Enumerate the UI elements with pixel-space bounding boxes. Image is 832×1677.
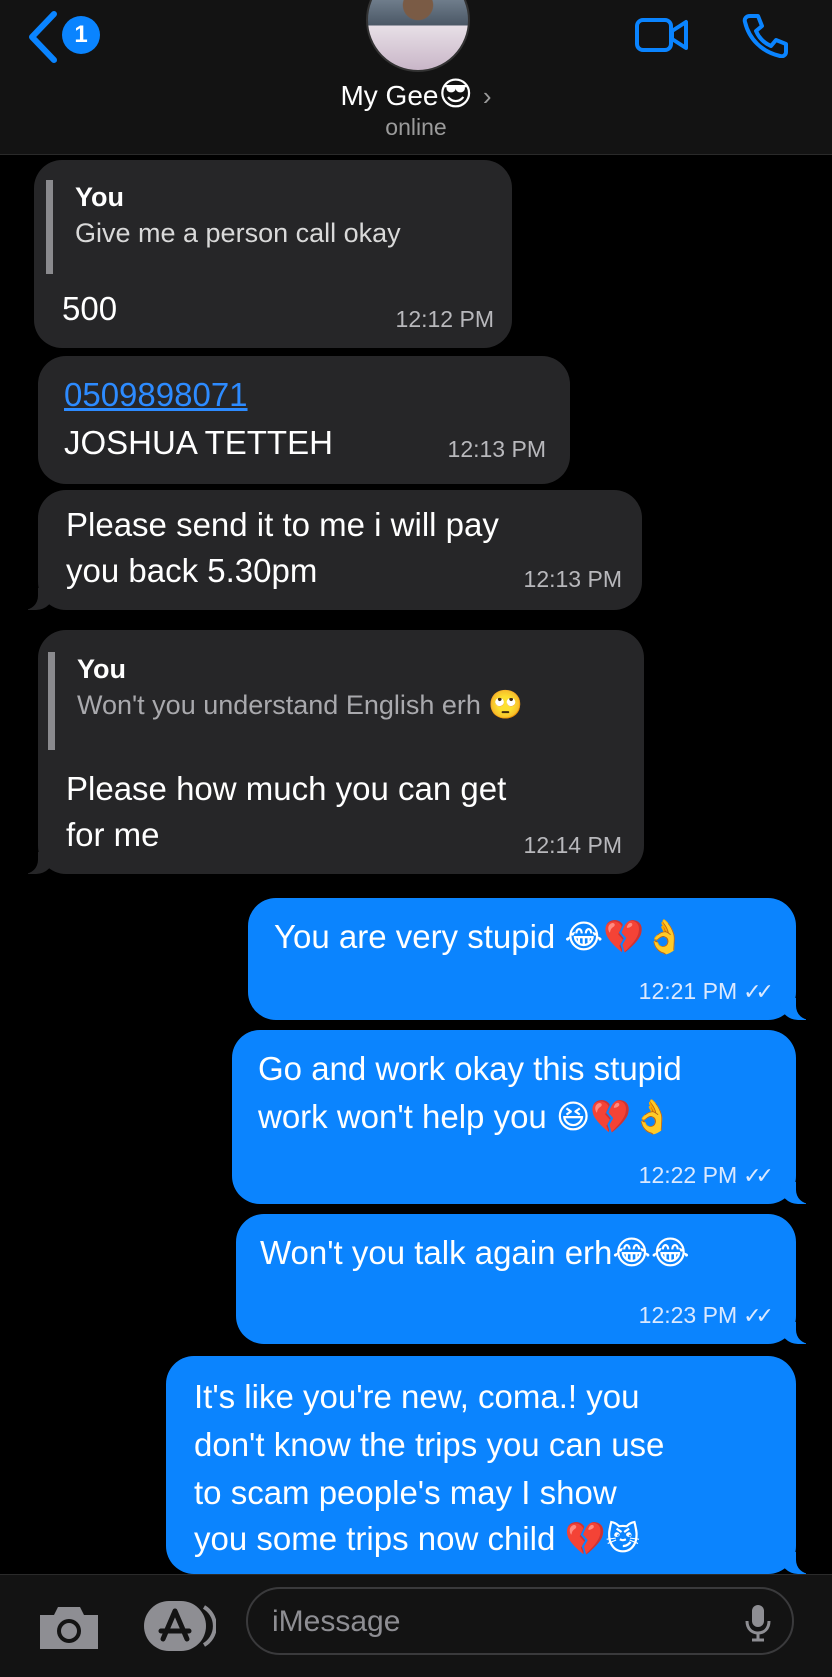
contact-name-text: My Gee: [340, 80, 439, 111]
message-text-line: work won't help you 😆💔👌: [258, 1097, 673, 1136]
message-text-line: Please send it to me i will pay: [66, 506, 499, 543]
back-button[interactable]: 1: [24, 8, 114, 64]
message-bubble-outgoing[interactable]: Go and work okay this stupid work won't …: [232, 1030, 812, 1204]
contact-emoji: 😎: [438, 74, 473, 113]
avatar[interactable]: [366, 0, 470, 72]
conversation-header: 1 My Gee😎 › online: [0, 0, 832, 155]
message-text: JOSHUA TETTEH: [64, 424, 333, 461]
unread-badge: 1: [62, 16, 100, 54]
message-emojis: 💔😼: [564, 1519, 641, 1558]
message-input-field[interactable]: [246, 1587, 794, 1655]
read-receipt-icon: ✓✓: [743, 979, 774, 1004]
phone-number-link[interactable]: 0509898071: [64, 376, 248, 413]
quote-author: You: [77, 654, 126, 684]
eye-roll-emoji: 🙄: [488, 688, 524, 721]
message-text: 500: [62, 290, 118, 327]
message-bubble-outgoing[interactable]: Won't you talk again erh😂😂 12:23 PM ✓✓: [236, 1214, 812, 1344]
message-time: 12:14 PM: [523, 832, 622, 858]
message-text-line: Go and work okay this stupid: [258, 1050, 682, 1087]
message-bubble-incoming[interactable]: Please send it to me i will pay you back…: [22, 490, 642, 610]
message-emojis: 😆💔👌: [555, 1097, 673, 1136]
message-text-line: you back 5.30pm: [66, 552, 318, 589]
message-bubble-incoming[interactable]: You Won't you understand English erh 🙄 P…: [22, 630, 644, 874]
contact-status: online: [385, 114, 447, 140]
message-text: Won't you talk again erh😂😂: [260, 1233, 690, 1272]
message-text-line: Please how much you can get: [66, 770, 507, 807]
compose-bar: [0, 1574, 832, 1677]
microphone-icon[interactable]: [744, 1603, 772, 1643]
message-bubble-outgoing[interactable]: It's like you're new, coma.! you don't k…: [166, 1356, 812, 1574]
message-text-line: to scam people's may I show: [194, 1474, 617, 1511]
app-store-icon[interactable]: [142, 1599, 216, 1653]
camera-icon[interactable]: [36, 1603, 102, 1653]
message-text-line: It's like you're new, coma.! you: [194, 1378, 640, 1415]
message-time: 12:22 PM ✓✓: [638, 1162, 774, 1188]
quote-author: You: [75, 182, 124, 212]
message-bubble-incoming[interactable]: You Give me a person call okay 500 12:12…: [34, 160, 512, 348]
message-time: 12:13 PM: [523, 566, 622, 592]
message-bubble-outgoing[interactable]: You are very stupid 😂💔👌 12:21 PM ✓✓: [248, 898, 812, 1020]
message-time: 12:21 PM ✓✓: [638, 978, 774, 1004]
message-bubble-incoming[interactable]: 0509898071 JOSHUA TETTEH 12:13 PM: [38, 356, 570, 484]
message-time: 12:13 PM: [447, 436, 546, 462]
phone-icon[interactable]: [740, 12, 790, 58]
contact-name[interactable]: My Gee😎 ›: [0, 74, 832, 113]
message-time: 12:12 PM: [395, 306, 494, 332]
message-time: 12:23 PM ✓✓: [638, 1302, 774, 1328]
message-input[interactable]: [270, 1601, 734, 1643]
message-text-line: for me: [66, 816, 160, 853]
quote-text: Give me a person call okay: [75, 218, 401, 248]
message-emojis: 😂💔👌: [564, 917, 686, 956]
quote-text: Won't you understand English erh 🙄: [77, 688, 524, 721]
quoted-reply[interactable]: You Won't you understand English erh 🙄: [48, 652, 523, 750]
message-text-line: don't know the trips you can use: [194, 1426, 665, 1463]
message-text-line: you some trips now child 💔😼: [194, 1519, 641, 1558]
read-receipt-icon: ✓✓: [743, 1303, 774, 1328]
quoted-reply[interactable]: You Give me a person call okay: [46, 180, 401, 274]
read-receipt-icon: ✓✓: [743, 1163, 774, 1188]
message-emojis: 😂😂: [612, 1233, 690, 1272]
video-call-icon[interactable]: [634, 16, 690, 56]
chevron-right-icon: ›: [482, 81, 492, 111]
back-chevron-icon: [29, 11, 57, 63]
message-text: You are very stupid 😂💔👌: [274, 917, 686, 956]
